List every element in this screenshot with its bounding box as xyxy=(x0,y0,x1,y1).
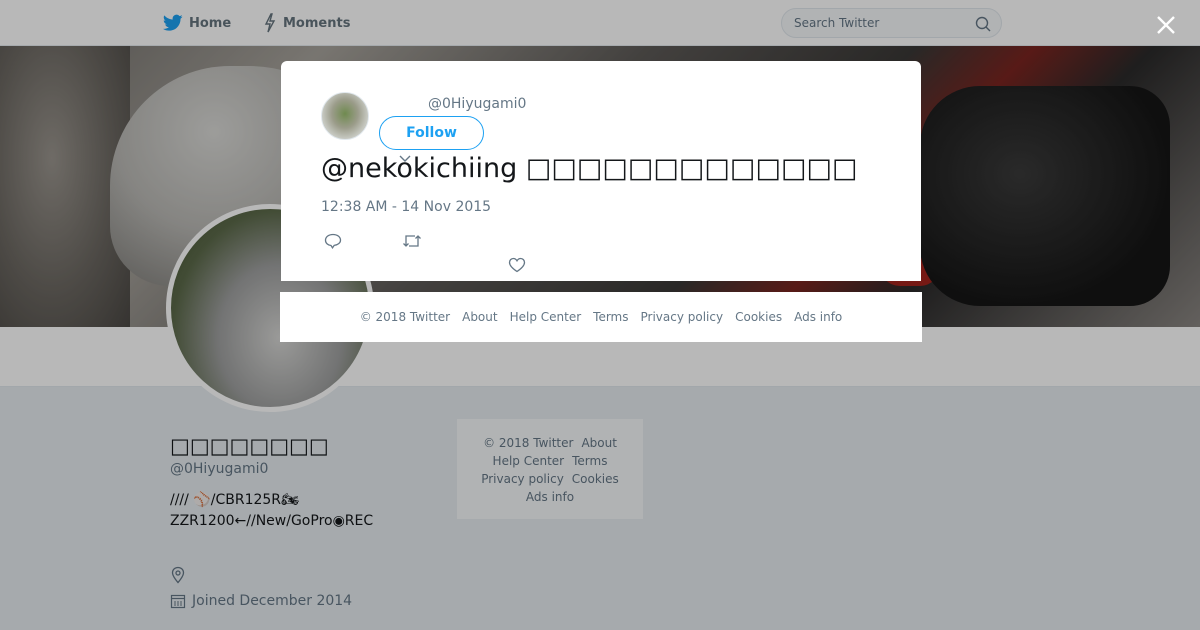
modal-footer: © 2018 Twitter About Help Center Terms P… xyxy=(280,292,922,342)
tweet-text: @nekokichiing □□□□□□□□□□□□□ xyxy=(321,153,858,184)
tweet-author-avatar[interactable] xyxy=(321,92,369,140)
modal-footer-copyright: © 2018 Twitter xyxy=(359,310,451,324)
modal-footer-terms-link[interactable]: Terms xyxy=(593,310,628,324)
heart-icon[interactable] xyxy=(508,257,526,273)
modal-footer-help-link[interactable]: Help Center xyxy=(510,310,582,324)
retweet-icon[interactable] xyxy=(402,233,422,249)
follow-button[interactable]: Follow xyxy=(379,116,484,150)
tweet-timestamp[interactable]: 12:38 AM - 14 Nov 2015 xyxy=(321,199,491,215)
modal-footer-about-link[interactable]: About xyxy=(462,310,497,324)
modal-footer-cookies-link[interactable]: Cookies xyxy=(735,310,782,324)
reply-icon[interactable] xyxy=(324,233,342,249)
tweet-author-handle[interactable]: @0Hiyugami0 xyxy=(428,96,526,112)
modal-footer-ads-link[interactable]: Ads info xyxy=(794,310,842,324)
modal-footer-privacy-link[interactable]: Privacy policy xyxy=(641,310,724,324)
close-icon[interactable] xyxy=(1153,12,1179,38)
tweet-modal: @0Hiyugami0 Follow @nekokichiing □□□□□□□… xyxy=(281,61,921,281)
